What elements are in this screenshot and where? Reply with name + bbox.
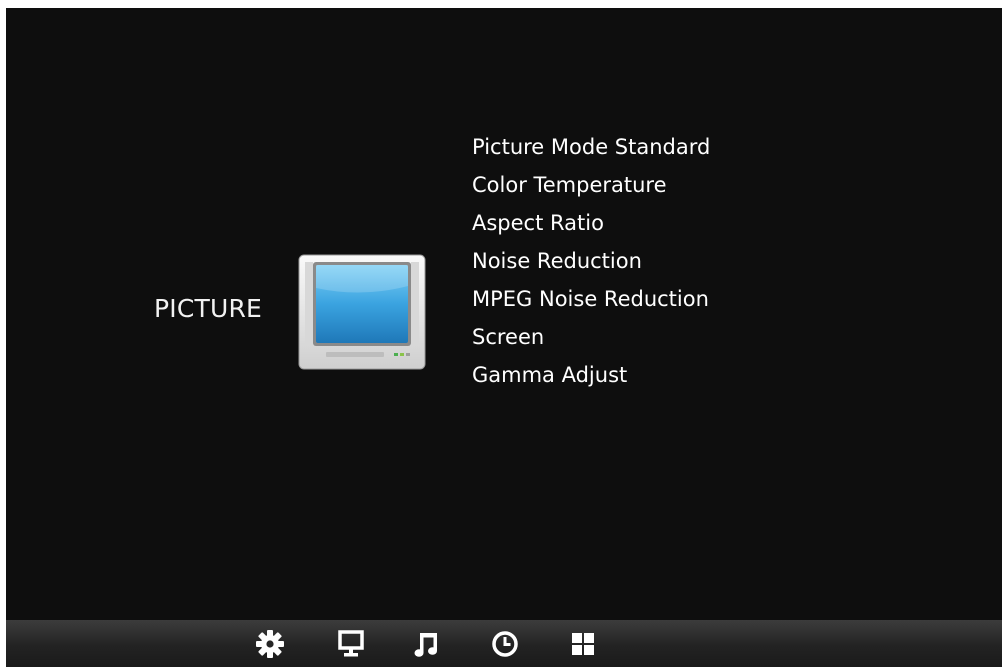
picture-menu: Picture Mode Standard Color Temperature … (472, 132, 710, 398)
menu-item-gamma-adjust[interactable]: Gamma Adjust (472, 360, 710, 398)
grid-icon[interactable] (565, 626, 601, 662)
menu-item-noise-reduction[interactable]: Noise Reduction (472, 246, 710, 284)
tv-menu-screen: PICTURE Picture Mode Standard Color Temp… (6, 8, 1002, 667)
menu-item-color-temperature[interactable]: Color Temperature (472, 170, 710, 208)
music-note-icon[interactable] (409, 626, 445, 662)
bottom-nav-bar (6, 620, 1002, 667)
tv-icon (298, 254, 426, 370)
menu-item-mpeg-noise-reduction[interactable]: MPEG Noise Reduction (472, 284, 710, 322)
clock-icon[interactable] (487, 626, 523, 662)
menu-item-picture-mode[interactable]: Picture Mode Standard (472, 132, 710, 170)
gear-icon[interactable] (252, 626, 288, 662)
menu-item-screen[interactable]: Screen (472, 322, 710, 360)
section-title: PICTURE (154, 294, 263, 323)
menu-item-aspect-ratio[interactable]: Aspect Ratio (472, 208, 710, 246)
monitor-icon[interactable] (333, 626, 369, 662)
